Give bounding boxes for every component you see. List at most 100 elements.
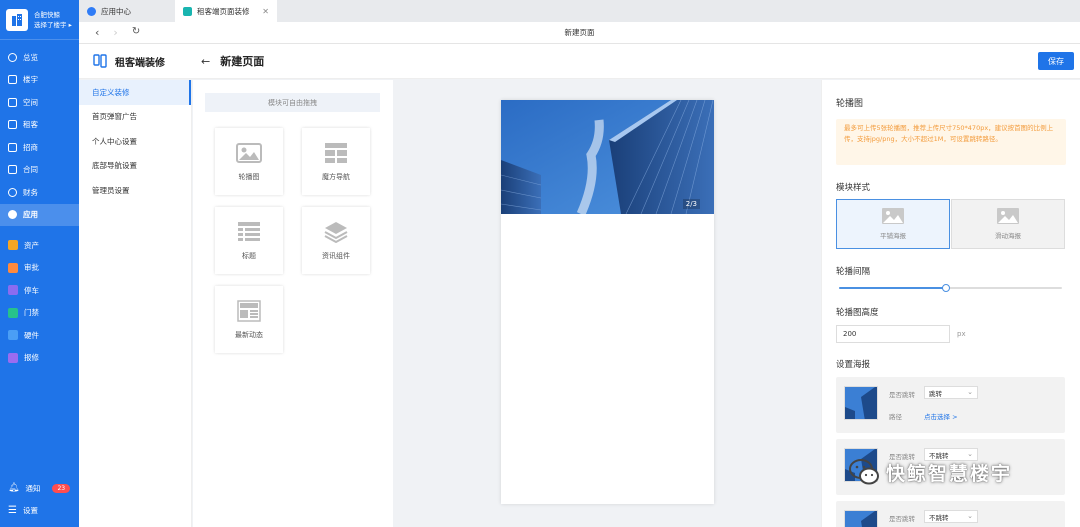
height-label: 轮播图高度 — [836, 308, 879, 318]
watermark-logo: 快鲸智慧楼宇 — [848, 457, 1012, 487]
upload-notice: 最多可上传5张轮播图，推荐上传尺寸750*470px，建议按首图的比例上传，支持… — [836, 119, 1066, 165]
jump-select[interactable]: 不跳转 ⌄ — [924, 510, 978, 523]
browser-toolbar: ‹ › ↻ 新建页面 — [79, 22, 1080, 44]
sidebar-item-hardware[interactable]: 硬件 — [0, 324, 79, 347]
assets-icon — [8, 240, 18, 251]
image-icon — [882, 208, 904, 224]
cube-icon — [8, 97, 17, 107]
grid-icon — [325, 142, 347, 163]
sidebar-item-space[interactable]: 空间 — [0, 91, 79, 114]
building-logo-icon — [6, 8, 28, 31]
poster-item: 是否跳转 不跳转 ⌄ — [836, 501, 1065, 527]
poster-label: 设置海报 — [836, 360, 871, 370]
apps-icon — [8, 210, 17, 220]
news-icon — [237, 299, 261, 322]
style-option-sliding[interactable]: 滑动海报 — [951, 199, 1065, 249]
building-selector[interactable]: 选择了楼宇 ▸ — [34, 20, 72, 30]
chevron-down-icon: ⌄ — [967, 512, 973, 520]
tab-bar: 应用中心 租客端页面装修 ✕ — [79, 0, 1080, 22]
carousel-counter: 2/3 — [682, 199, 700, 209]
module-panel: 模块可自由拖拽 轮播图 魔方导航 标题 资讯组件 最新动态 — [193, 80, 393, 527]
arrow-left-icon[interactable]: ← — [201, 55, 210, 68]
image-icon — [236, 142, 262, 163]
chevron-down-icon: ⌄ — [967, 388, 973, 396]
app-center-icon — [87, 6, 96, 16]
settings-button[interactable]: ☰ 设置 — [0, 499, 79, 521]
dashboard-icon — [8, 52, 17, 62]
main-sidebar: 合肥快鲸 选择了楼宇 ▸ 总览 楼宇 空间 租客 招商 合同 财务 应用 资产 … — [0, 0, 79, 527]
drag-tip: 模块可自由拖拽 — [205, 93, 380, 112]
slider-thumb[interactable] — [942, 284, 951, 292]
tag-icon — [8, 142, 17, 152]
module-cube-nav[interactable]: 魔方导航 — [302, 128, 370, 195]
sidebar-item-repair[interactable]: 报修 — [0, 347, 79, 370]
config-section-title: 轮播图 — [836, 99, 864, 109]
poster-item: 是否跳转 跳转 ⌄ 路径 点击选择 > — [836, 377, 1065, 433]
decoration-icon — [183, 6, 192, 16]
close-tab-icon[interactable]: ✕ — [262, 7, 269, 16]
sidebar-item-assets[interactable]: 资产 — [0, 234, 79, 257]
tenant-icon — [8, 120, 17, 130]
sidebar-item-building[interactable]: 楼宇 — [0, 69, 79, 92]
carousel-banner-image[interactable]: 2/3 — [501, 100, 714, 214]
jump-select[interactable]: 跳转 ⌄ — [924, 386, 978, 399]
brand-name: 合肥快鲸 — [34, 10, 60, 19]
bell-icon: 🔔︎ — [8, 483, 20, 493]
height-input[interactable] — [836, 325, 950, 343]
finance-icon — [8, 187, 17, 197]
menu-item-home-popup-ad[interactable]: 首页弹窗广告 — [79, 105, 191, 130]
tab-tenant-decoration[interactable]: 租客端页面装修 ✕ — [175, 0, 277, 22]
style-option-tiled[interactable]: 平铺海报 — [836, 199, 950, 249]
sidebar-item-contract[interactable]: 合同 — [0, 159, 79, 182]
sidebar-item-tenant[interactable]: 租客 — [0, 114, 79, 137]
interval-slider[interactable] — [839, 284, 1062, 292]
app-title: 租客端装修 — [115, 57, 165, 69]
door-access-icon — [8, 307, 18, 318]
brand-block[interactable]: 合肥快鲸 选择了楼宇 ▸ — [0, 0, 79, 40]
style-label: 模块样式 — [836, 183, 871, 193]
module-latest-news[interactable]: 最新动态 — [215, 286, 283, 353]
module-carousel[interactable]: 轮播图 — [215, 128, 283, 195]
building-photo — [501, 100, 714, 214]
layers-icon — [324, 221, 348, 243]
sidebar-item-overview[interactable]: 总览 — [0, 46, 79, 69]
watermark-text: 快鲸智慧楼宇 — [886, 462, 1013, 485]
sidebar-item-finance[interactable]: 财务 — [0, 181, 79, 204]
height-unit: px — [957, 330, 966, 338]
hardware-icon — [8, 330, 18, 341]
menu-item-admin-settings[interactable]: 管理员设置 — [79, 178, 191, 203]
back-icon[interactable]: ‹ — [95, 26, 99, 39]
forward-icon[interactable]: › — [113, 26, 117, 39]
tab-app-center[interactable]: 应用中心 — [79, 0, 175, 22]
building-icon — [8, 75, 17, 85]
phone-preview: 2/3 — [501, 100, 714, 504]
menu-item-bottom-nav[interactable]: 底部导航设置 — [79, 154, 191, 179]
save-button[interactable]: 保存 — [1038, 52, 1074, 70]
notification-count-badge: 23 — [52, 483, 71, 493]
module-title[interactable]: 标题 — [215, 207, 283, 274]
sidebar-item-access[interactable]: 门禁 — [0, 302, 79, 325]
slider-fill — [839, 287, 947, 289]
menu-icon: ☰ — [8, 504, 17, 516]
module-news-component[interactable]: 资讯组件 — [302, 207, 370, 274]
page-header: 租客端装修 ← 新建页面 保存 — [79, 44, 1080, 79]
path-select-link[interactable]: 点击选择 > — [924, 411, 958, 421]
settings-menu: 自定义装修 首页弹窗广告 个人中心设置 底部导航设置 管理员设置 — [79, 80, 192, 527]
list-icon — [238, 221, 260, 241]
approval-icon — [8, 262, 18, 273]
page-address-title: 新建页面 — [564, 28, 595, 37]
sidebar-item-approval[interactable]: 审批 — [0, 257, 79, 280]
wechat-icon — [849, 459, 879, 485]
sidebar-item-leasing[interactable]: 招商 — [0, 136, 79, 159]
menu-item-personal-center[interactable]: 个人中心设置 — [79, 129, 191, 154]
poster-thumbnail[interactable] — [844, 386, 878, 420]
sidebar-item-apps[interactable]: 应用 — [0, 203, 79, 226]
interval-label: 轮播间隔 — [836, 267, 871, 277]
repair-icon — [8, 352, 18, 363]
poster-thumbnail[interactable] — [844, 510, 878, 527]
notifications-button[interactable]: 🔔︎ 通知 23 — [0, 477, 79, 499]
sidebar-item-parking[interactable]: 停车 — [0, 279, 79, 302]
refresh-icon[interactable]: ↻ — [132, 26, 140, 39]
menu-item-custom-decoration[interactable]: 自定义装修 — [79, 80, 191, 105]
image-icon — [997, 208, 1019, 224]
